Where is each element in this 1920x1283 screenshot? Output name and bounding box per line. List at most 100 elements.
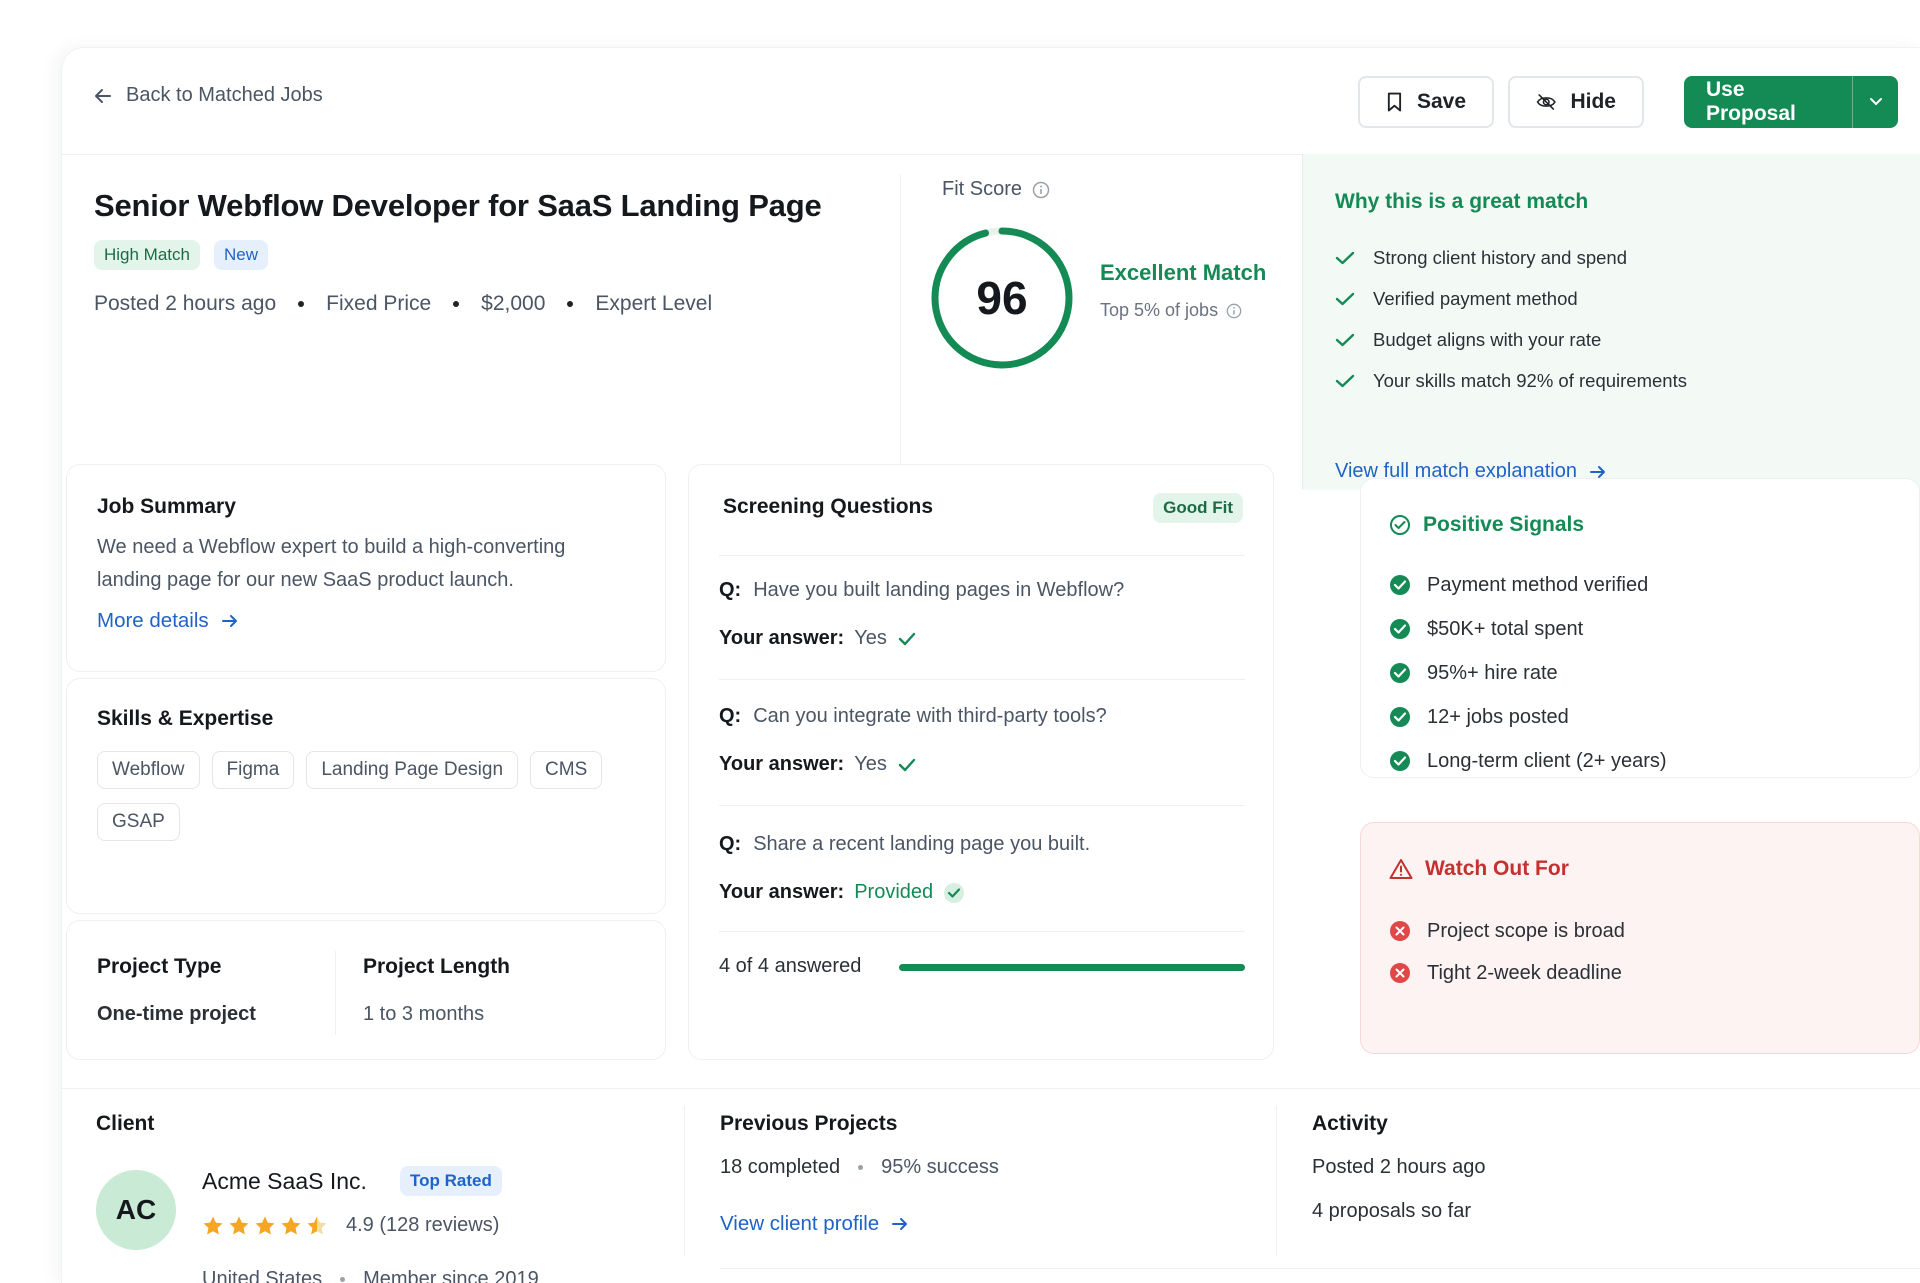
check-icon	[1335, 333, 1355, 347]
skill-chip[interactable]: Webflow	[97, 751, 200, 789]
posted-time: Posted 2 hours ago	[94, 292, 277, 315]
star-icon	[307, 1216, 327, 1234]
question-prefix: Q:	[719, 579, 742, 601]
why-item: Strong client history and spend	[1335, 246, 1687, 270]
client-reviews: 4.9 (128 reviews)	[346, 1214, 500, 1236]
screening-divider	[719, 555, 1245, 556]
answer-2: Your answer: Yes	[719, 753, 917, 776]
skill-chip[interactable]: Landing Page Design	[306, 751, 519, 789]
separator-dot	[567, 301, 574, 307]
skill-chip[interactable]: Figma	[211, 751, 295, 789]
check-icon	[898, 758, 916, 771]
skill-chip[interactable]: CMS	[530, 751, 603, 789]
question-divider	[719, 679, 1245, 680]
positive-signals-title: Positive Signals	[1423, 513, 1585, 536]
client-country: United States	[202, 1268, 323, 1283]
skill-chip[interactable]: GSAP	[97, 803, 180, 841]
arrow-right-icon	[1590, 465, 1605, 478]
fit-percentile: Top 5% of jobs	[1100, 300, 1242, 321]
more-details-link[interactable]: More details	[97, 609, 239, 633]
check-icon	[1335, 374, 1355, 388]
why-list: Strong client history and spend Verified…	[1335, 246, 1687, 393]
project-divider	[335, 951, 336, 1035]
rating-stars	[202, 1215, 328, 1237]
use-proposal-main[interactable]: Use Proposal	[1684, 76, 1838, 128]
watch-out-header: Watch Out For	[1389, 857, 1569, 881]
check-icon	[1335, 251, 1355, 265]
hide-label: Hide	[1570, 90, 1616, 113]
question-prefix: Q:	[719, 705, 742, 727]
skills-title: Skills & Expertise	[97, 707, 274, 730]
client-section-divider	[62, 1088, 1920, 1089]
positive-signals-header: Positive Signals	[1389, 513, 1584, 537]
star-icon	[255, 1216, 275, 1234]
question-prefix: Q:	[719, 833, 742, 855]
check-circle-icon	[1390, 619, 1410, 639]
skills-card: Skills & Expertise Webflow Figma Landing…	[66, 678, 666, 914]
job-title: Senior Webflow Developer for SaaS Landin…	[94, 188, 822, 223]
client-name[interactable]: Acme SaaS Inc.	[202, 1168, 367, 1195]
answer-label: Your answer:	[719, 881, 845, 903]
watch-out-item: Project scope is broad	[1389, 917, 1625, 945]
info-icon[interactable]	[1226, 303, 1242, 319]
projects-completed: 18 completed	[720, 1156, 841, 1178]
answered-progress-fill	[899, 964, 1245, 971]
avatar: AC	[96, 1170, 176, 1250]
project-info-card: Project Type One-time project Project Le…	[66, 920, 666, 1060]
x-circle-icon	[1390, 963, 1410, 983]
client-rating-row: 4.9 (128 reviews)	[202, 1214, 499, 1237]
use-proposal-dropdown-toggle[interactable]	[1852, 76, 1898, 128]
why-item-label: Your skills match 92% of requirements	[1373, 370, 1687, 391]
separator-dot	[453, 301, 460, 307]
hide-button[interactable]: Hide	[1508, 76, 1644, 128]
previous-projects-title: Previous Projects	[720, 1112, 898, 1135]
positive-signal-label: $50K+ total spent	[1427, 617, 1584, 640]
info-icon[interactable]	[1032, 181, 1050, 199]
eye-off-icon	[1536, 94, 1556, 110]
answer-value: Yes	[854, 753, 887, 775]
check-icon	[1335, 292, 1355, 306]
fit-score-value: 96	[976, 272, 1028, 324]
experience-level: Expert Level	[595, 292, 713, 315]
question-3: Q: Share a recent landing page you built…	[719, 833, 1090, 856]
header-divider	[62, 154, 1302, 155]
check-circle-icon	[1390, 663, 1410, 683]
back-to-matched-jobs-link[interactable]: Back to Matched Jobs	[94, 84, 323, 107]
save-button[interactable]: Save	[1358, 76, 1494, 128]
arrow-right-icon	[892, 1218, 908, 1230]
positive-signal-label: Payment method verified	[1427, 573, 1649, 596]
top-rated-badge: Top Rated	[400, 1166, 502, 1196]
check-icon	[898, 632, 916, 645]
job-meta: Posted 2 hours ago Fixed Price $2,000 Ex…	[94, 292, 712, 316]
check-circle-icon	[1390, 707, 1410, 727]
save-label: Save	[1416, 90, 1466, 113]
check-circle-icon	[1390, 575, 1410, 595]
answer-label: Your answer:	[719, 753, 845, 775]
question-divider	[719, 931, 1245, 932]
skills-list: Webflow Figma Landing Page Design CMS GS…	[97, 751, 657, 841]
warning-triangle-icon	[1389, 859, 1413, 879]
view-client-profile-link[interactable]: View client profile	[720, 1212, 909, 1236]
positive-signal-item: Long-term client (2+ years)	[1389, 747, 1667, 775]
use-proposal-button[interactable]: Use Proposal	[1684, 76, 1898, 128]
bookmark-icon	[1387, 92, 1402, 112]
answer-label: Your answer:	[719, 627, 845, 649]
answer-value: Yes	[854, 627, 887, 649]
check-circle-icon	[1390, 751, 1410, 771]
watch-out-item: Tight 2-week deadline	[1389, 959, 1625, 987]
projects-success: 95% success	[881, 1156, 999, 1178]
why-item: Your skills match 92% of requirements	[1335, 369, 1687, 393]
question-text: Can you integrate with third-party tools…	[753, 705, 1107, 727]
fit-score-label: Fit Score	[942, 178, 1050, 201]
watch-out-label: Tight 2-week deadline	[1427, 961, 1622, 984]
answered-count: 4 of 4 answered	[719, 955, 862, 977]
watch-out-title: Watch Out For	[1425, 857, 1569, 880]
separator-dot	[858, 1165, 864, 1170]
activity-divider	[1276, 1106, 1277, 1256]
positive-signal-label: Long-term client (2+ years)	[1427, 749, 1667, 772]
price-type: Fixed Price	[326, 292, 432, 315]
star-icon	[281, 1216, 301, 1234]
job-badges: High Match New	[94, 240, 268, 270]
positive-signals-list: Payment method verified $50K+ total spen…	[1389, 571, 1667, 775]
positive-signal-item: 12+ jobs posted	[1389, 703, 1667, 731]
